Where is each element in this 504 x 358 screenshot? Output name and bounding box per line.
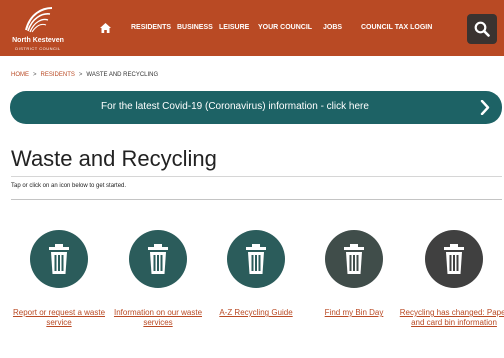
- tile-label[interactable]: A-Z Recycling Guide: [201, 308, 311, 318]
- tile-icon-circle[interactable]: [325, 230, 383, 288]
- tile-label[interactable]: Find my Bin Day: [299, 308, 409, 318]
- covid-info-banner[interactable]: For the latest Covid-19 (Coronavirus) in…: [10, 91, 502, 124]
- chevron-right-icon: [480, 100, 490, 115]
- nav-jobs[interactable]: JOBS: [323, 24, 342, 31]
- nav-residents[interactable]: RESIDENTS: [131, 24, 171, 31]
- tile-label[interactable]: Report or request a waste service: [4, 308, 114, 328]
- title-rule: [11, 176, 502, 177]
- bin-icon: [246, 244, 266, 274]
- search-icon: [474, 21, 490, 37]
- bin-icon: [344, 244, 364, 274]
- logo-swirl-icon: [25, 7, 53, 33]
- page-title: Waste and Recycling: [11, 146, 217, 171]
- logo-name: North Kesteven: [12, 37, 64, 44]
- council-logo[interactable]: North Kesteven DISTRICT COUNCIL: [8, 4, 68, 52]
- breadcrumb-current: WASTE AND RECYCLING: [86, 72, 159, 78]
- tile-icon-circle[interactable]: [425, 230, 483, 288]
- search-button[interactable]: [467, 14, 497, 44]
- nav-your-council[interactable]: YOUR COUNCIL: [258, 24, 312, 31]
- bin-icon: [444, 244, 464, 274]
- content-divider: [11, 199, 502, 200]
- bin-icon: [148, 244, 168, 274]
- logo-subtitle: DISTRICT COUNCIL: [15, 46, 61, 51]
- tile-icon-circle[interactable]: [30, 230, 88, 288]
- covid-banner-text: For the latest Covid-19 (Coronavirus) in…: [101, 101, 369, 112]
- tile-label[interactable]: Information on our waste services: [103, 308, 213, 328]
- breadcrumb: HOME > RESIDENTS > WASTE AND RECYCLING: [11, 72, 158, 78]
- breadcrumb-home[interactable]: HOME: [11, 72, 29, 78]
- bin-icon: [49, 244, 69, 274]
- tile-label[interactable]: Recycling has changed: Paper and card bi…: [399, 308, 504, 328]
- tile-icon-circle[interactable]: [227, 230, 285, 288]
- home-icon[interactable]: [100, 23, 111, 33]
- tile-icon-circle[interactable]: [129, 230, 187, 288]
- page-instructions: Tap or click on an icon below to get sta…: [11, 183, 127, 189]
- breadcrumb-separator: >: [33, 72, 37, 78]
- nav-business[interactable]: BUSINESS: [177, 24, 213, 31]
- site-header: North Kesteven DISTRICT COUNCIL RESIDENT…: [0, 0, 504, 56]
- nav-leisure[interactable]: LEISURE: [219, 24, 249, 31]
- nav-council-tax-login[interactable]: COUNCIL TAX LOGIN: [361, 24, 432, 31]
- breadcrumb-separator: >: [78, 72, 83, 78]
- breadcrumb-residents[interactable]: RESIDENTS: [41, 72, 75, 78]
